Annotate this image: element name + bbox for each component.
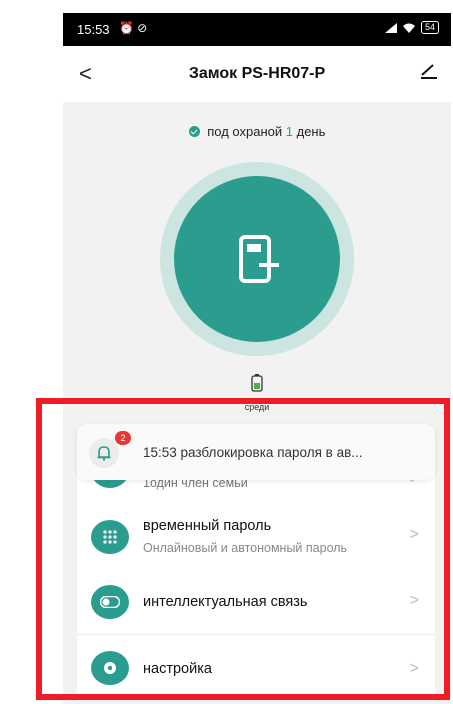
keypad-icon (91, 520, 129, 554)
edit-icon[interactable] (419, 60, 439, 80)
page-title: Замок PS-HR07-P (188, 65, 326, 82)
protection-prefix: под охраной (207, 124, 283, 139)
chevron-right-icon: > (409, 592, 419, 609)
signal-icon (384, 22, 397, 33)
phone-screen: 15:53 ⏰ ⊘ 54 < Замок PS-HR07-P под охран… (63, 13, 451, 704)
temp-password-subtitle: Онлайновый и автономный пароль (143, 541, 348, 555)
settings-title: настройка (143, 661, 212, 677)
chevron-right-icon: > (409, 660, 419, 677)
menu-row-temp-password[interactable]: временный пароль Онлайновый и автономный… (77, 504, 435, 571)
unlock-button[interactable] (174, 176, 340, 342)
toggle-icon (91, 585, 129, 619)
menu-card: 1один член семьи > временный пароль Онла… (77, 454, 435, 701)
chevron-right-icon: > (409, 526, 419, 543)
battery-indicator: 54 (420, 21, 439, 34)
status-bar: 15:53 ⏰ ⊘ 54 (63, 13, 451, 46)
menu-list: 1один член семьи > временный пароль Онла… (63, 412, 451, 704)
notification-text: 15:53 разблокировка пароля в ав... (143, 445, 363, 460)
lock-button-ring (160, 162, 354, 356)
status-icons: ⏰ ⊘ (119, 21, 148, 35)
menu-row-settings[interactable]: настройка > (77, 635, 435, 701)
protection-status: под охраной 1 день (63, 124, 451, 139)
lock-status-panel: под охраной 1 день среди (63, 102, 451, 412)
protection-days: 1 (285, 124, 293, 139)
door-unlock-icon (239, 235, 279, 283)
status-time: 15:53 (77, 22, 110, 37)
bell-icon-wrap (89, 438, 119, 468)
smart-link-title: интеллектуальная связь (143, 594, 308, 610)
nav-bar: < Замок PS-HR07-P (63, 46, 451, 102)
temp-password-title: временный пароль (143, 518, 272, 534)
wifi-icon (402, 23, 415, 33)
protection-suffix: день (296, 124, 326, 139)
notification-banner[interactable]: 2 15:53 разблокировка пароля в ав... (77, 424, 435, 480)
battery-icon (251, 374, 263, 392)
battery-label: среди (244, 402, 270, 412)
shield-check-icon (188, 126, 200, 137)
bell-icon (97, 446, 111, 461)
status-right: 54 (384, 21, 439, 34)
gear-icon (91, 651, 129, 685)
menu-row-smart-link[interactable]: интеллектуальная связь > (77, 570, 435, 635)
notification-badge: 2 (115, 431, 131, 445)
